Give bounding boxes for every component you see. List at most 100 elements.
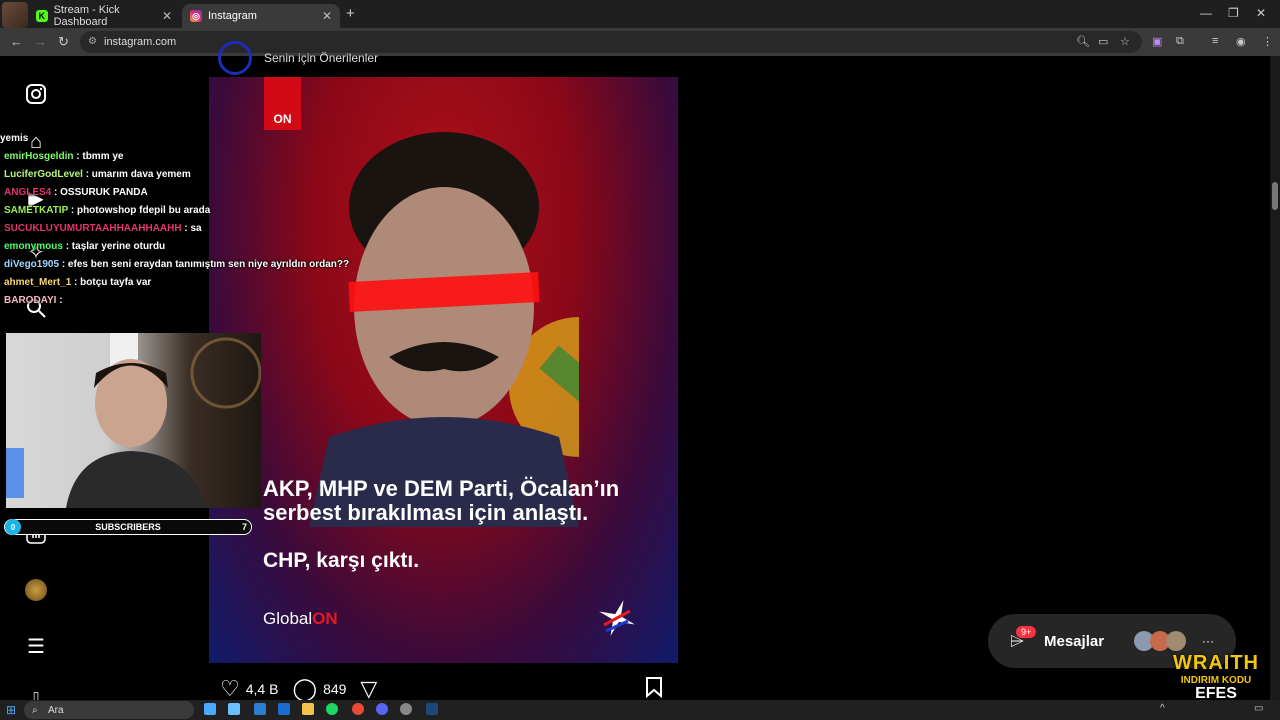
cast-icon[interactable]: ▭ [1098,35,1108,48]
store-icon[interactable] [254,703,266,715]
notification-icon[interactable]: ▭ [1254,703,1263,714]
new-tab-icon[interactable]: + [346,5,355,22]
site-info-icon[interactable]: ⚙ [88,36,97,47]
media-icon[interactable]: ≡ [1212,35,1218,47]
suggested-title: Senin için Önerilenler [264,51,379,65]
chat-message: emirHosgeldin : tbmm ye [0,148,360,166]
chat-text: : sa [184,223,202,234]
chat-message: BARODAYI : [0,292,360,310]
chat-text: : botçu tayfa var [74,277,152,288]
taskview-icon[interactable] [204,703,216,715]
puzzle-icon[interactable]: ⧉ [1176,35,1184,48]
chat-message: diVego1905 : efes ben seni eraydan tanım… [0,256,360,274]
tab-instagram[interactable]: ◎ Instagram ✕ [182,4,340,28]
subs-goal: 7 [241,522,247,532]
reload-icon[interactable]: ↻ [58,34,69,50]
account-icon[interactable]: ◉ [1236,35,1246,48]
global-on-brand: GlobalON [263,609,338,629]
streamer-silhouette [6,333,261,508]
share-icon[interactable]: ▽ [360,676,377,702]
on-logo-text: ON [273,112,292,126]
suggested-header: Senin için Önerilenler [218,41,379,75]
sponsor-overlay: WRAITH INDIRIM KODU EFES [1162,652,1270,702]
chat-user: emonymous [4,241,63,252]
tab-kick-dashboard[interactable]: K Stream - Kick Dashboard ✕ [28,4,180,28]
chrome-icon[interactable] [352,703,364,715]
messages-label: Mesajlar [1044,632,1105,650]
chat-text: : tbmm ye [76,151,124,162]
explorer-icon[interactable] [302,703,314,715]
search-icon: ⌕ [32,704,38,716]
windows-start-icon[interactable]: ⊞ [6,703,16,717]
messages-badge: 9+ [1016,626,1037,638]
bookmark-star-icon[interactable]: ☆ [1120,35,1130,48]
on-channel-logo: ON [264,77,301,130]
profile-avatar[interactable] [2,2,28,28]
chat-text: : efes ben seni eraydan tanımıştım sen n… [61,259,350,270]
close-tab-icon[interactable]: ✕ [162,9,172,23]
zoom-icon[interactable]: 🔍︎ [1076,35,1090,48]
chat-user: SUCUKLUYUMURTAAHHAAHHAAHH [4,223,182,234]
close-tab-icon[interactable]: ✕ [322,9,332,23]
chat-message: yemis [0,130,360,148]
comment-icon[interactable]: ◯ [292,676,317,702]
outlook-icon[interactable] [278,703,290,715]
instagram-icon: ◎ [190,10,202,22]
close-window-icon[interactable]: ✕ [1256,6,1266,20]
discord-icon[interactable] [376,703,388,715]
brand-suffix: ON [312,609,338,628]
url-text: instagram.com [104,36,177,48]
spotify-icon[interactable] [326,703,338,715]
contact-avatar [1166,631,1186,651]
scrollbar-thumb[interactable] [1272,182,1278,210]
like-heart-icon[interactable]: ♡ [220,676,240,702]
steam-icon[interactable] [426,703,438,715]
chat-text: : photowshop fdepil bu arada [70,205,211,216]
chat-user: BARODAYI [4,295,57,306]
subscribers-goal-bar: 0 SUBSCRIBERS 7 [4,519,252,535]
chat-message: LuciferGodLevel : umarım dava yemem [0,166,360,184]
chat-message: ANGLES4 : OSSURUK PANDA [0,184,360,202]
sponsor-title: WRAITH [1173,652,1259,674]
chat-message: ahmet_Mert_1 : botçu tayfa var [0,274,360,292]
kick-icon: K [36,10,48,22]
chat-user: SAMETKATIP [4,205,69,216]
copilot-icon[interactable] [228,703,240,715]
webcam-feed [6,333,261,508]
restore-icon[interactable]: ❐ [1228,6,1239,20]
extension-icon[interactable]: ▣ [1152,35,1162,48]
settings-icon[interactable] [400,703,412,715]
stream-chat-overlay: yemis emirHosgeldin : tbmm ye LuciferGod… [0,130,360,310]
chat-text: : taşlar yerine oturdu [65,241,166,252]
more-menu-icon[interactable]: ☰ [24,634,48,658]
chat-text: : umarım dava yemem [85,169,191,180]
brand-prefix: Global [263,609,313,628]
menu-dots-icon[interactable]: ⋮ [1262,35,1273,48]
page-scrollbar[interactable] [1270,56,1280,700]
chat-message: SUCUKLUYUMURTAAHHAAHHAAHH : sa [0,220,360,238]
post-actions: ♡ 4,4 B ◯ 849 ▽ [220,675,383,703]
suggested-avatar[interactable] [218,41,252,75]
tray-chevron-icon[interactable]: ^ [1160,703,1165,714]
sponsor-code: EFES [1195,685,1237,702]
likes-count: 4,4 B [245,681,279,697]
instagram-logo-icon[interactable] [24,82,48,106]
post-headline: AKP, MHP ve DEM Parti, Öcalan’ın serbest… [263,476,620,525]
subs-label: SUBSCRIBERS [95,522,161,532]
comments-count: 849 [323,681,347,697]
chat-text: : [59,295,63,306]
chat-user: ahmet_Mert_1 [4,277,72,288]
chat-user: yemis [0,133,29,144]
back-icon[interactable]: ← [10,34,23,49]
tab-title: Stream - Kick Dashboard [53,4,120,28]
tab-title: Instagram [208,10,257,22]
chat-user: ANGLES4 [4,187,52,198]
profile-picture[interactable] [24,578,48,602]
chat-text: : OSSURUK PANDA [54,187,148,198]
forward-icon[interactable]: → [34,34,47,49]
minimize-icon[interactable]: — [1200,6,1212,20]
chat-user: emirHosgeldin [4,151,74,162]
chat-user: diVego1905 [4,259,60,270]
chat-user: LuciferGodLevel [4,169,83,180]
taskbar-search[interactable]: ⌕ Ara [24,701,194,719]
